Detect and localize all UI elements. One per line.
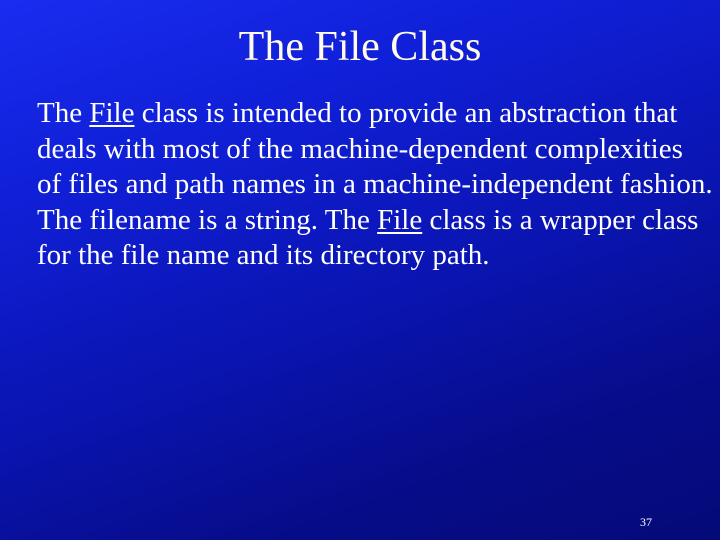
slide: The File Class The File class is intende… <box>0 0 720 540</box>
text-segment: class is a wrapper class <box>422 203 699 236</box>
text-segment: class is intended to provide an abstract… <box>134 97 678 129</box>
file-class-term: File <box>377 203 423 236</box>
body-line: The File class is intended to provide an… <box>37 96 707 132</box>
slide-title: The File Class <box>238 24 482 70</box>
body-paragraph: The File class is intended to provide an… <box>37 96 713 274</box>
body-line: of files and path names in a machine-ind… <box>37 167 713 203</box>
text-segment: The filename is a string. The <box>37 203 378 236</box>
body-line: deals with most of the machine-dependent… <box>37 132 707 168</box>
text-segment: The <box>37 97 90 129</box>
body-line: for the file name and its directory path… <box>37 238 707 274</box>
body-line: The filename is a string. The File class… <box>37 203 707 239</box>
text-segment: of files and path names in a machine-ind… <box>37 168 713 200</box>
file-class-term: File <box>89 97 135 129</box>
slide-number: 37 <box>640 515 652 529</box>
text-segment: deals with most of the machine-dependent… <box>37 132 683 165</box>
text-segment: for the file name and its directory path… <box>37 239 490 271</box>
